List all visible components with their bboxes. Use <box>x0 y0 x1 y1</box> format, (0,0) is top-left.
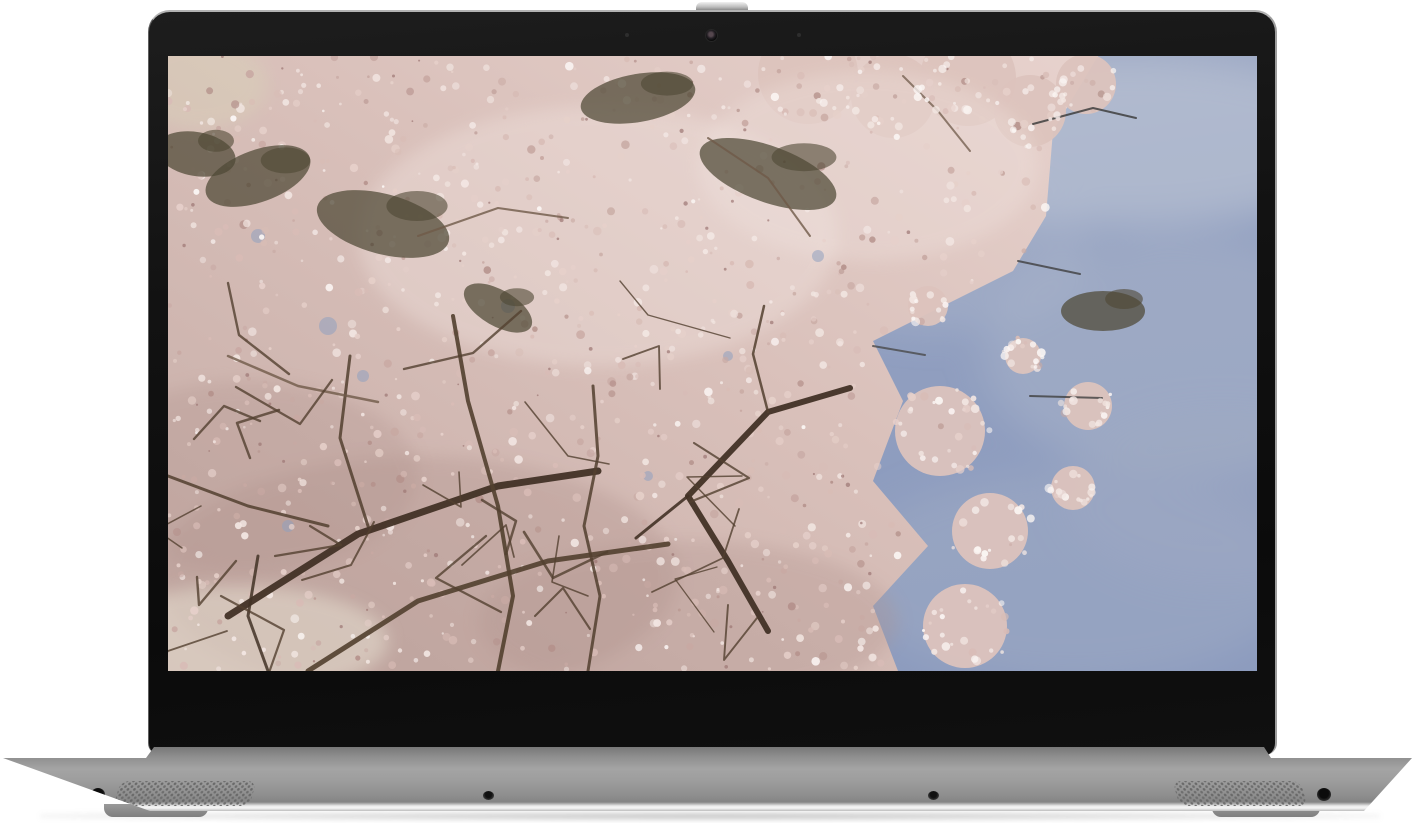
microphone-hole-right <box>797 33 801 37</box>
speaker-grille-left <box>113 781 256 806</box>
laptop-product-photo <box>0 0 1423 823</box>
laptop-lid <box>148 10 1277 755</box>
chassis-screw-right <box>928 791 939 800</box>
webcam <box>705 29 718 42</box>
port-hole-right <box>1317 788 1331 801</box>
microphone-hole-left <box>625 33 629 37</box>
chassis-screw-left <box>483 791 494 800</box>
port-hole-left <box>91 788 105 801</box>
speaker-grille-right <box>1172 781 1307 806</box>
base-chassis <box>3 747 1412 811</box>
floor-shadow <box>40 812 1380 821</box>
display-panel <box>168 56 1257 671</box>
wallpaper-svg <box>168 56 1257 671</box>
